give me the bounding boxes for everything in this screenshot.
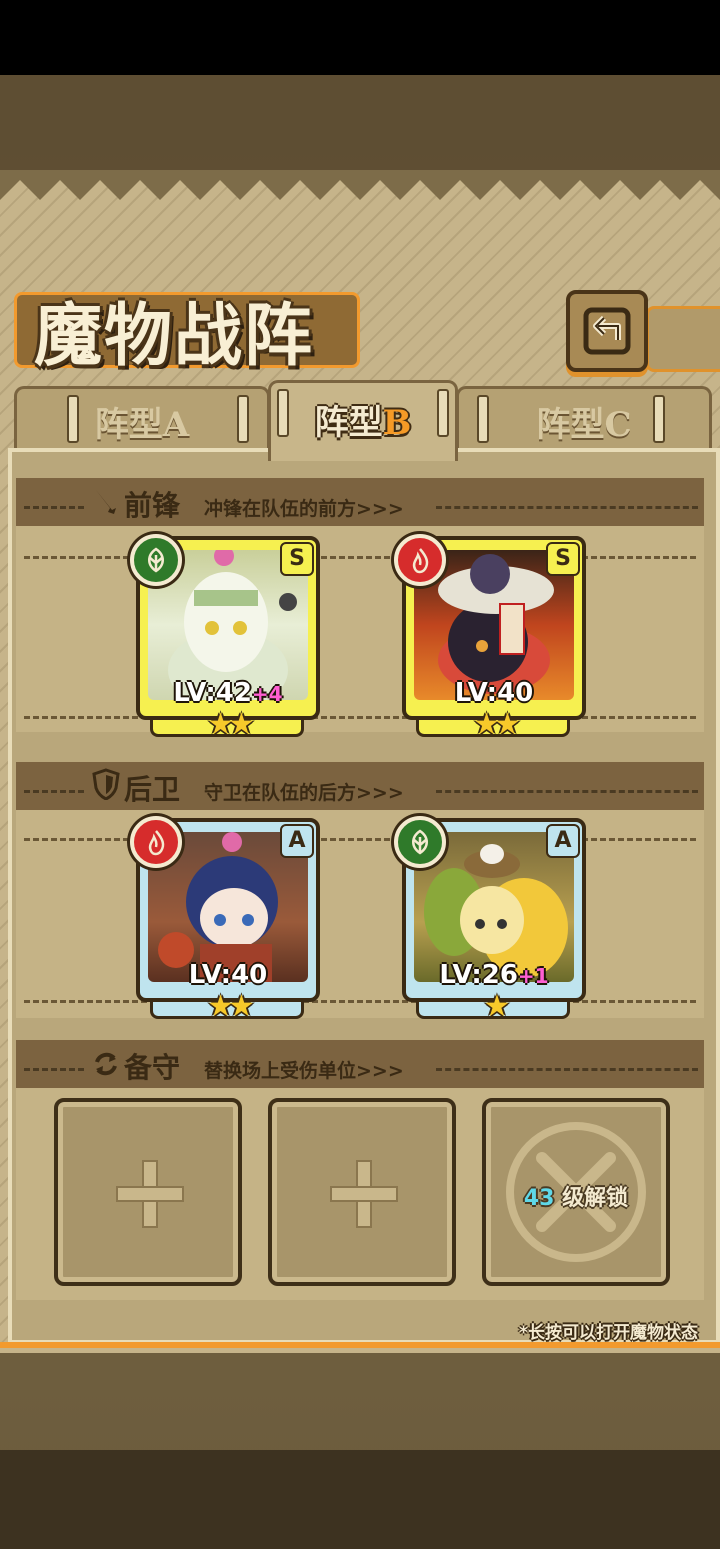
tab-label: 阵型A [94, 405, 190, 445]
rank-badge: A [546, 824, 580, 858]
back-button-tail [646, 306, 720, 372]
page-title: 魔物战阵 [34, 296, 315, 376]
back-section-title: 后卫 [124, 773, 181, 806]
plus-icon [116, 1160, 184, 1228]
plus-icon [330, 1160, 398, 1228]
monster-level: LV:42+4 [173, 678, 283, 708]
tab-label: 阵型B [314, 403, 412, 443]
grass-element-icon [394, 816, 446, 868]
status-bar [0, 0, 720, 75]
divider [24, 506, 84, 509]
panel-bottom-edge [0, 1342, 720, 1348]
fire-element-icon [394, 534, 446, 586]
reserve-section-title: 备守 [124, 1051, 181, 1084]
divider [436, 1068, 698, 1071]
divider [24, 716, 696, 719]
tab-formation-b[interactable]: 阵型B [268, 380, 458, 461]
grass-element-icon [130, 534, 182, 586]
monster-level: LV:26+1 [439, 960, 549, 990]
back-row [16, 810, 704, 1018]
front-section-subtitle: 冲锋在队伍的前方>>> [204, 498, 404, 520]
front-section-title: 前锋 [124, 489, 181, 522]
reserve-slot-empty[interactable] [268, 1098, 456, 1286]
divider [24, 1068, 84, 1071]
star-rating: ★ [483, 989, 511, 1024]
reserve-section-subtitle: 替换场上受伤单位>>> [204, 1060, 404, 1082]
tab-formation-a[interactable]: 阵型A [14, 386, 270, 451]
back-button[interactable] [566, 290, 648, 372]
long-press-hint: *长按可以打开魔物状态 [519, 1323, 698, 1343]
star-rating: ★★ [207, 989, 255, 1024]
rank-badge: A [280, 824, 314, 858]
star-rating: ★★ [473, 707, 521, 742]
rank-badge: S [546, 542, 580, 576]
rank-badge: S [280, 542, 314, 576]
divider [24, 838, 696, 841]
divider [24, 1000, 696, 1003]
monster-level: LV:40 [188, 960, 268, 990]
return-arrow-icon [583, 307, 631, 355]
shield-icon [92, 768, 120, 800]
divider [24, 556, 696, 559]
sword-icon [96, 490, 116, 514]
fire-element-icon [130, 816, 182, 868]
back-section-subtitle: 守卫在队伍的后方>>> [204, 782, 404, 804]
tab-label: 阵型C [536, 405, 632, 445]
reserve-slot-locked[interactable]: 43 级解锁 [482, 1098, 670, 1286]
swap-icon [95, 1052, 117, 1076]
unlock-requirement: 43 级解锁 [523, 1186, 629, 1211]
divider [436, 790, 698, 793]
divider [436, 506, 698, 509]
tab-formation-c[interactable]: 阵型C [456, 386, 712, 451]
star-rating: ★★ [207, 707, 255, 742]
background-bottom [0, 1450, 720, 1549]
reserve-slot-empty[interactable] [54, 1098, 242, 1286]
panel-zigzag-edge [0, 170, 720, 200]
monster-level: LV:40 [454, 678, 534, 708]
background-band [0, 75, 720, 175]
divider [24, 790, 84, 793]
